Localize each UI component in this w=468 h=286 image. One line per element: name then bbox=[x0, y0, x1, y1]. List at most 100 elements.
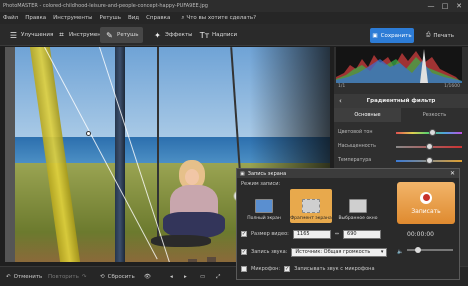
main-toolbar: ☰ Улучшения ⌗ Инструменты ✎ Ретушь ✦ Эфф… bbox=[0, 24, 468, 46]
close-button[interactable]: ✕ bbox=[452, 0, 466, 12]
mode-window[interactable]: Выбранное окно bbox=[337, 189, 379, 223]
volume-slider[interactable] bbox=[407, 247, 453, 253]
mic-option-label: Записывать звук с микрофона bbox=[294, 266, 375, 272]
mic-checkbox[interactable] bbox=[241, 266, 247, 272]
menu-edit[interactable]: Правка bbox=[25, 15, 46, 21]
tool-text-label: Надписи bbox=[212, 32, 238, 38]
photo-pole-grey bbox=[5, 47, 15, 262]
brush-icon: ✎ bbox=[106, 30, 113, 40]
tool-enhance[interactable]: ☰ Улучшения bbox=[4, 27, 58, 43]
redo-label: Повторить bbox=[48, 274, 79, 280]
volume-icon[interactable]: 🔈 bbox=[397, 247, 403, 257]
magic-wand-icon: ✦ bbox=[154, 30, 161, 40]
zoom-in-icon[interactable]: ▸ bbox=[184, 271, 187, 283]
minimize-button[interactable]: — bbox=[424, 0, 438, 12]
reset-icon: ⟲ bbox=[100, 274, 105, 280]
sliders-icon: ☰ bbox=[9, 30, 18, 40]
mode-window-label: Выбранное окно bbox=[338, 216, 378, 221]
window-title: PhotoMASTER - colored-childhood-leisure-… bbox=[3, 3, 208, 9]
menu-view[interactable]: Вид bbox=[128, 15, 139, 21]
undo-label: Отменить bbox=[13, 274, 43, 280]
menu-bar: Файл Правка Инструменты Ретушь Вид Справ… bbox=[0, 12, 468, 24]
search-box[interactable]: ⌕ Что вы хотите сделать? bbox=[181, 15, 256, 22]
dialog-title: Запись экрана bbox=[247, 170, 287, 177]
mode-fullscreen[interactable]: Полный экран bbox=[243, 189, 285, 223]
maximize-button[interactable]: □ bbox=[438, 0, 452, 12]
app-window: PhotoMASTER - colored-childhood-leisure-… bbox=[0, 0, 468, 286]
undo-button[interactable]: ↶ Отменить bbox=[6, 271, 42, 283]
save-label: Сохранить bbox=[380, 32, 412, 39]
menu-tools[interactable]: Инструменты bbox=[53, 15, 92, 21]
tab-sharpness[interactable]: Резкость bbox=[401, 108, 468, 122]
menu-file[interactable]: Файл bbox=[3, 15, 18, 21]
slider-saturation-knob[interactable] bbox=[425, 142, 433, 150]
fit-screen-icon[interactable]: ▭ bbox=[200, 271, 205, 283]
info-right: 1/1600 bbox=[444, 84, 460, 89]
tool-text[interactable]: Tт Надписи bbox=[195, 27, 242, 43]
zoom-out-icon[interactable]: ◂ bbox=[170, 271, 173, 283]
mode-fragment-label: Фрагмент экрана bbox=[290, 216, 332, 221]
tool-effects[interactable]: ✦ Эффекты bbox=[148, 27, 198, 43]
text-icon: Tт bbox=[199, 30, 210, 40]
save-icon: ▣ bbox=[372, 32, 378, 39]
gradient-handle[interactable] bbox=[86, 131, 91, 136]
record-icon bbox=[420, 191, 432, 204]
slider-hue-label: Цветовой тон bbox=[338, 130, 373, 135]
slider-hue[interactable]: Цветовой тон bbox=[338, 128, 462, 137]
mic-record-checkbox[interactable]: ✓ bbox=[284, 266, 291, 272]
menu-help[interactable]: Справка bbox=[146, 15, 170, 21]
search-placeholder: Что вы хотите сделать? bbox=[186, 15, 257, 21]
crop-icon: ⌗ bbox=[59, 30, 64, 39]
sound-row: ✓ Запись звука: Источник: Общая громкост… bbox=[241, 247, 388, 257]
photo-girl-face bbox=[185, 169, 199, 185]
sound-checkbox[interactable]: ✓ bbox=[241, 249, 247, 255]
print-button[interactable]: ⎙ Печать bbox=[420, 28, 460, 43]
print-label: Печать bbox=[433, 32, 454, 39]
link-icon: ⇔ bbox=[334, 231, 340, 237]
width-input[interactable]: 1165 bbox=[292, 229, 331, 239]
photo-boot-right bbox=[207, 257, 216, 262]
title-bar: PhotoMASTER - colored-childhood-leisure-… bbox=[0, 0, 468, 12]
sound-source-select[interactable]: Источник: Общая громкость ▾ bbox=[291, 247, 388, 257]
tool-retouch[interactable]: ✎ Ретушь bbox=[100, 27, 144, 43]
undo-icon: ↶ bbox=[6, 274, 11, 280]
save-button[interactable]: ▣ Сохранить bbox=[370, 28, 414, 43]
mode-fullscreen-label: Полный экран bbox=[247, 216, 281, 221]
preview-eye-icon[interactable]: 👁 bbox=[144, 271, 151, 283]
tool-enhance-label: Улучшения bbox=[21, 32, 54, 38]
fullscreen-icon[interactable]: ⤢ bbox=[216, 271, 220, 283]
record-timer: 00:00:00 bbox=[407, 231, 434, 238]
back-arrow-icon[interactable]: ‹ bbox=[339, 97, 342, 105]
video-size-checkbox[interactable]: ✓ bbox=[241, 231, 247, 237]
mode-fragment[interactable]: Фрагмент экрана bbox=[290, 189, 332, 223]
slider-temperature-label: Температура bbox=[338, 158, 372, 163]
slider-saturation-label: Насыщенность bbox=[338, 144, 376, 149]
window-icon bbox=[349, 199, 367, 213]
swing-rope-left bbox=[157, 47, 159, 237]
tab-basic[interactable]: Основные bbox=[334, 108, 401, 122]
video-size-label: Размер видео: bbox=[251, 231, 289, 237]
sound-label: Запись звука: bbox=[251, 249, 288, 255]
menu-retouch[interactable]: Ретушь bbox=[100, 15, 121, 21]
redo-button[interactable]: Повторить ↷ bbox=[48, 271, 86, 283]
slider-temperature[interactable]: Температура bbox=[338, 156, 462, 165]
slider-temperature-knob[interactable] bbox=[425, 156, 433, 164]
reset-button[interactable]: ⟲ Сбросить bbox=[100, 271, 135, 283]
tool-retouch-label: Ретушь bbox=[117, 32, 139, 38]
slider-saturation[interactable]: Насыщенность bbox=[338, 142, 462, 151]
record-mode-label: Режим записи: bbox=[241, 181, 281, 187]
dialog-titlebar: ▣ Запись экрана ✕ bbox=[237, 169, 459, 178]
record-button[interactable]: Записать bbox=[397, 182, 455, 224]
info-left: 1/1 bbox=[338, 84, 346, 89]
volume-knob[interactable] bbox=[415, 247, 421, 253]
height-input[interactable]: 690 bbox=[343, 229, 382, 239]
video-size-row: ✓ Размер видео: 1165 ⇔ 690 bbox=[241, 229, 382, 239]
search-icon: ⌕ bbox=[181, 14, 185, 21]
record-label: Записать bbox=[411, 207, 441, 215]
photo-pole-blue bbox=[115, 47, 125, 262]
slider-hue-knob[interactable] bbox=[428, 128, 436, 136]
dialog-close-icon[interactable]: ✕ bbox=[450, 170, 455, 177]
reset-label: Сбросить bbox=[107, 274, 135, 280]
chevron-down-icon: ▾ bbox=[380, 249, 384, 255]
panel-header: ‹ Градиентный фильтр bbox=[334, 94, 468, 108]
